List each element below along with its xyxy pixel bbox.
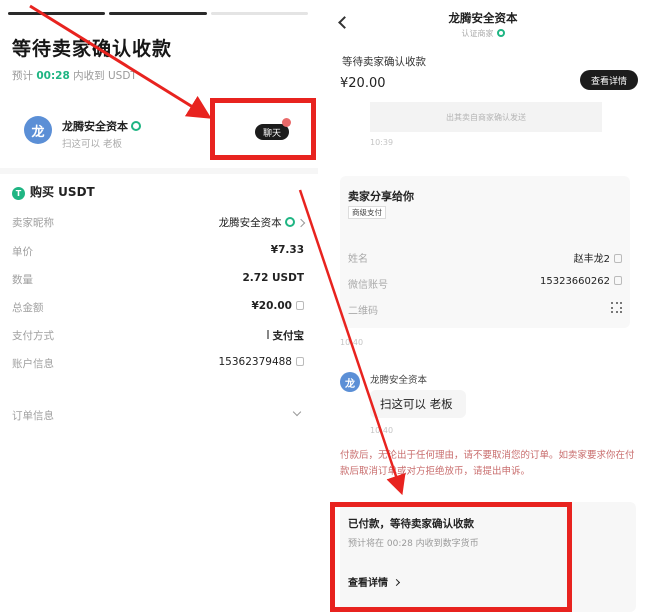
order-info-toggle[interactable]: 订单信息 <box>12 406 304 424</box>
step-1 <box>8 12 106 15</box>
merchant-name: 龙腾安全资本 <box>62 118 141 134</box>
row-key: 卖家昵称 <box>12 217 54 229</box>
seller-nickname: 龙腾安全资本 <box>218 217 282 229</box>
order-amount: ¥20.00 <box>340 76 386 91</box>
order-status: 等待卖家确认收款 <box>342 56 426 68</box>
highlight-box-chat <box>210 98 316 160</box>
step-progress <box>8 12 308 15</box>
share-row-wechat: 微信账号 15323660262 <box>348 276 622 291</box>
payment-marker <box>266 330 269 339</box>
buy-usdt-label: 购买 USDT <box>30 185 95 199</box>
copy-icon[interactable] <box>296 301 304 310</box>
timestamp: 10:40 <box>340 338 364 347</box>
share-row-qrcode: 二维码 <box>348 302 622 317</box>
share-row-name: 姓名 赵丰龙2 <box>348 250 622 265</box>
row-key: 单价 <box>12 246 33 258</box>
seller-share-card: 卖家分享给你 商级支付 姓名 赵丰龙2 微信账号 15323660262 二维码 <box>340 176 630 328</box>
row-value[interactable]: 龙腾安全资本 <box>218 215 306 230</box>
sender-avatar: 龙 <box>340 372 360 392</box>
chat-title: 龙腾安全资本 <box>448 11 518 25</box>
row-value[interactable]: 赵丰龙2 <box>574 250 622 265</box>
row-value: ¥7.33 <box>270 244 304 256</box>
highlight-box-paid <box>330 502 572 612</box>
system-message: 出其卖自商家确认发送 <box>370 102 602 132</box>
tether-icon: T <box>12 187 25 200</box>
row-account-info: 账户信息 15362379488 <box>12 356 304 372</box>
merchant-name-text: 龙腾安全资本 <box>62 120 128 133</box>
row-quantity: 数量 2.72 USDT <box>12 272 304 288</box>
row-unit-price: 单价 ¥7.33 <box>12 244 304 260</box>
verified-icon <box>284 217 295 227</box>
message-bubble: 扫这可以 老板 <box>370 390 466 418</box>
screenshot-stage: 等待卖家确认收款 预计 00:28 内收到 USDT 龙 龙腾安全资本 扫这可以… <box>0 0 648 616</box>
total-amount: ¥20.00 <box>251 300 292 312</box>
certified-label: 认证商家 <box>461 29 494 38</box>
buy-usdt-heading: T 购买 USDT <box>12 183 95 200</box>
copy-icon[interactable] <box>296 357 304 366</box>
page-title: 等待卖家确认收款 <box>12 38 173 60</box>
step-3 <box>210 12 308 15</box>
eta-time: 00:28 <box>36 70 70 82</box>
row-value[interactable]: ¥20.00 <box>251 300 304 312</box>
chevron-down-icon <box>292 406 302 418</box>
section-divider <box>0 168 318 174</box>
sender-name: 龙腾安全资本 <box>370 375 428 386</box>
payment-method: 支付宝 <box>272 330 305 342</box>
eta-prefix: 预计 <box>12 70 33 82</box>
verified-icon <box>496 29 505 37</box>
row-payment-method: 支付方式 支付宝 <box>12 328 304 344</box>
row-key: 二维码 <box>348 306 378 317</box>
merchant-avatar: 龙 <box>24 116 52 144</box>
row-key: 总金额 <box>12 302 44 314</box>
view-details-button[interactable]: 查看详情 <box>580 70 638 90</box>
row-key: 账户信息 <box>12 358 54 370</box>
qr-code-icon[interactable] <box>611 302 622 316</box>
chevron-right-icon <box>296 218 306 228</box>
copy-icon[interactable] <box>614 254 622 263</box>
chat-subtitle: 认证商家 <box>318 28 648 39</box>
payment-tag: 商级支付 <box>348 206 386 219</box>
row-value[interactable]: 15362379488 <box>218 356 304 368</box>
share-title: 卖家分享给你 <box>348 190 414 203</box>
row-value: 2.72 USDT <box>242 272 304 284</box>
account-number: 15362379488 <box>218 356 293 368</box>
row-value[interactable]: 15323660262 <box>540 276 622 287</box>
order-detail-panel: 等待卖家确认收款 预计 00:28 内收到 USDT 龙 龙腾安全资本 扫这可以… <box>0 0 318 616</box>
order-info-label: 订单信息 <box>12 410 54 422</box>
payment-warning: 付款后，无论出于任何理由，请不要取消您的订单。如卖家要求你在付款后取消订单或对方… <box>340 450 635 477</box>
eta-text: 预计 00:28 内收到 USDT <box>12 68 137 83</box>
wechat-account: 15323660262 <box>540 276 610 287</box>
timestamp: 10:40 <box>370 426 394 435</box>
row-key: 数量 <box>12 274 33 286</box>
copy-icon[interactable] <box>614 276 622 285</box>
merchant-last-message: 扫这可以 老板 <box>62 139 123 150</box>
timestamp: 10:39 <box>370 138 394 147</box>
row-key: 支付方式 <box>12 330 54 342</box>
row-value: 支付宝 <box>266 328 305 343</box>
verified-icon <box>131 121 141 131</box>
row-total-amount: 总金额 ¥20.00 <box>12 300 304 316</box>
step-2 <box>109 12 207 15</box>
row-key: 微信账号 <box>348 280 388 291</box>
payee-name: 赵丰龙2 <box>573 254 610 265</box>
row-key: 姓名 <box>348 254 368 265</box>
eta-suffix: 内收到 USDT <box>73 70 137 82</box>
row-seller-nickname: 卖家昵称 龙腾安全资本 <box>12 215 306 231</box>
